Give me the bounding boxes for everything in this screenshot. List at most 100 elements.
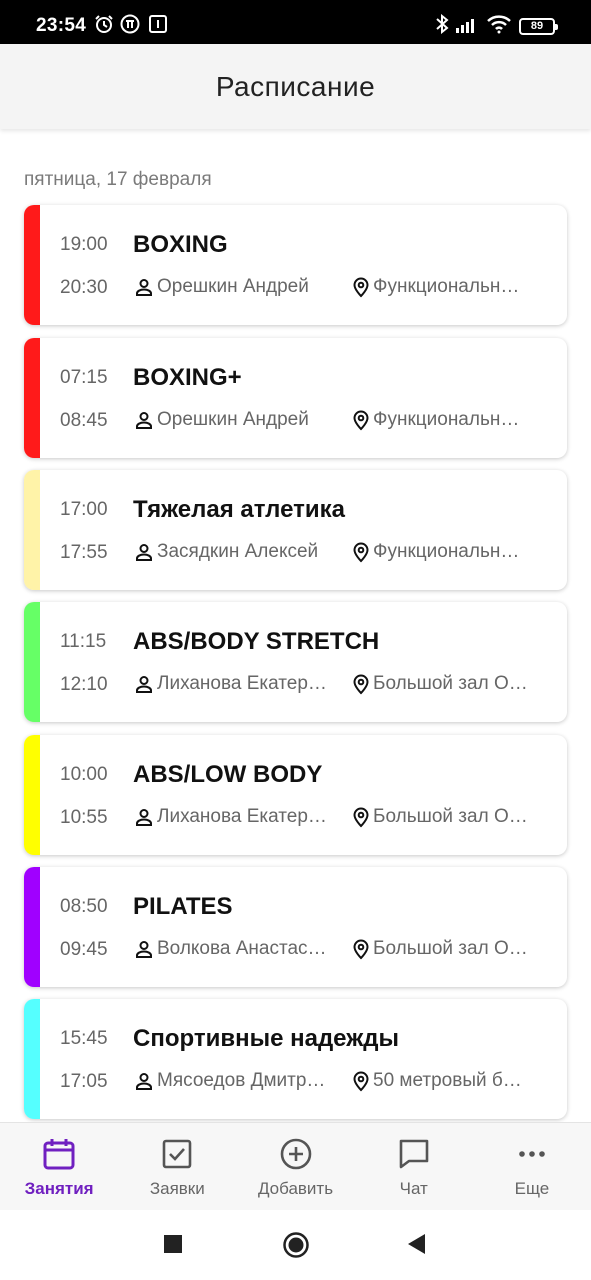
- class-title: Тяжелая атлетика: [133, 496, 345, 523]
- person-icon: [134, 410, 154, 430]
- location-pin-icon: [352, 276, 370, 298]
- date-header: пятница, 17 февраля: [24, 169, 212, 190]
- schedule-list[interactable]: пятница, 17 февраля 19:00 20:30 BOXING О…: [0, 129, 591, 1122]
- nav-label: Занятия: [24, 1179, 94, 1198]
- signal-icon: [455, 14, 479, 39]
- class-card[interactable]: 15:45 17:05 Спортивные надежды Мясоедов …: [24, 999, 567, 1119]
- person-icon: [134, 542, 154, 562]
- class-card[interactable]: 07:15 08:45 BOXING+ Орешкин Андрей Функц…: [24, 338, 567, 458]
- nav-item-requests[interactable]: Заявки: [118, 1123, 236, 1210]
- status-bar: 23:54 89: [0, 0, 591, 44]
- app-bar: Расписание: [0, 44, 591, 129]
- nav-label: Чат: [399, 1179, 428, 1198]
- location-pin-icon: [352, 806, 370, 828]
- class-start-time: 08:50: [60, 896, 108, 917]
- back-button[interactable]: [406, 1232, 428, 1261]
- trainer-name: Волкова Анастас…: [157, 938, 327, 959]
- class-location: Большой зал О…: [352, 673, 542, 695]
- class-end-time: 20:30: [60, 277, 108, 298]
- person-icon: [134, 1071, 154, 1091]
- class-location: 50 метровый б…: [352, 1070, 542, 1092]
- class-start-time: 19:00: [60, 234, 108, 255]
- bluetooth-icon: [434, 13, 450, 39]
- checkbox-icon: [160, 1137, 194, 1176]
- location-name: 50 метровый б…: [373, 1070, 522, 1091]
- calendar-icon: [42, 1137, 76, 1176]
- home-button[interactable]: [282, 1232, 310, 1263]
- class-title: Спортивные надежды: [133, 1025, 399, 1052]
- system-navigation-bar: [0, 1210, 591, 1280]
- class-end-time: 17:05: [60, 1071, 108, 1092]
- trainer-name: Лиханова Екатер…: [157, 806, 327, 827]
- class-card[interactable]: 11:15 12:10 ABS/BODY STRETCH Лиханова Ек…: [24, 602, 567, 722]
- nav-item-add[interactable]: Добавить: [236, 1123, 354, 1210]
- nav-item-classes[interactable]: Занятия: [0, 1123, 118, 1210]
- trainer-name: Засядкин Алексей: [157, 541, 319, 562]
- class-location: Функциональн…: [352, 409, 542, 431]
- class-start-time: 07:15: [60, 367, 108, 388]
- class-color-stripe: [24, 338, 40, 458]
- wifi-icon: [486, 14, 512, 39]
- page-title: Расписание: [215, 71, 376, 102]
- person-icon: [134, 277, 154, 297]
- battery-indicator: 89: [519, 18, 558, 35]
- class-trainer: Лиханова Екатер…: [134, 673, 344, 695]
- class-trainer: Волкова Анастас…: [134, 938, 344, 960]
- location-name: Функциональн…: [373, 276, 520, 297]
- trainer-name: Мясоедов Дмитр…: [157, 1070, 326, 1091]
- recent-apps-button[interactable]: [163, 1232, 183, 1261]
- class-start-time: 17:00: [60, 499, 108, 520]
- status-time: 23:54: [36, 15, 87, 36]
- class-title: ABS/LOW BODY: [133, 761, 323, 788]
- location-name: Функциональн…: [373, 409, 520, 430]
- trainer-name: Орешкин Андрей: [157, 276, 309, 297]
- class-end-time: 10:55: [60, 807, 108, 828]
- class-end-time: 12:10: [60, 674, 108, 695]
- sim-icon: [148, 14, 168, 39]
- class-color-stripe: [24, 999, 40, 1119]
- trainer-name: Орешкин Андрей: [157, 409, 309, 430]
- pi-icon: [120, 14, 140, 39]
- add-circle-icon: [279, 1137, 313, 1176]
- location-pin-icon: [352, 673, 370, 695]
- class-trainer: Орешкин Андрей: [134, 409, 344, 431]
- class-card[interactable]: 19:00 20:30 BOXING Орешкин Андрей Функци…: [24, 205, 567, 325]
- class-trainer: Лиханова Екатер…: [134, 806, 344, 828]
- class-start-time: 15:45: [60, 1028, 108, 1049]
- person-icon: [134, 939, 154, 959]
- location-name: Функциональн…: [373, 541, 520, 562]
- more-icon: [515, 1137, 549, 1176]
- location-name: Большой зал О…: [373, 806, 528, 827]
- class-card[interactable]: 08:50 09:45 PILATES Волкова Анастас… Бол…: [24, 867, 567, 987]
- chat-icon: [397, 1137, 431, 1176]
- location-pin-icon: [352, 938, 370, 960]
- person-icon: [134, 807, 154, 827]
- class-color-stripe: [24, 735, 40, 855]
- class-color-stripe: [24, 470, 40, 590]
- class-end-time: 08:45: [60, 410, 108, 431]
- class-card[interactable]: 17:00 17:55 Тяжелая атлетика Засядкин Ал…: [24, 470, 567, 590]
- bottom-navigation: Занятия Заявки Добавить Чат Еще: [0, 1122, 591, 1210]
- class-card[interactable]: 10:00 10:55 ABS/LOW BODY Лиханова Екатер…: [24, 735, 567, 855]
- location-pin-icon: [352, 1070, 370, 1092]
- nav-item-more[interactable]: Еще: [473, 1123, 591, 1210]
- class-title: BOXING: [133, 231, 228, 258]
- class-trainer: Орешкин Андрей: [134, 276, 344, 298]
- nav-item-chat[interactable]: Чат: [355, 1123, 473, 1210]
- location-name: Большой зал О…: [373, 938, 528, 959]
- class-end-time: 09:45: [60, 939, 108, 960]
- location-pin-icon: [352, 541, 370, 563]
- class-color-stripe: [24, 867, 40, 987]
- nav-label: Добавить: [257, 1179, 334, 1198]
- class-location: Большой зал О…: [352, 938, 542, 960]
- class-color-stripe: [24, 205, 40, 325]
- class-title: PILATES: [133, 893, 233, 920]
- class-start-time: 10:00: [60, 764, 108, 785]
- class-end-time: 17:55: [60, 542, 108, 563]
- trainer-name: Лиханова Екатер…: [157, 673, 327, 694]
- person-icon: [134, 674, 154, 694]
- class-title: BOXING+: [133, 364, 242, 391]
- nav-label: Заявки: [149, 1179, 205, 1198]
- class-location: Функциональн…: [352, 276, 542, 298]
- nav-label: Еще: [514, 1179, 550, 1198]
